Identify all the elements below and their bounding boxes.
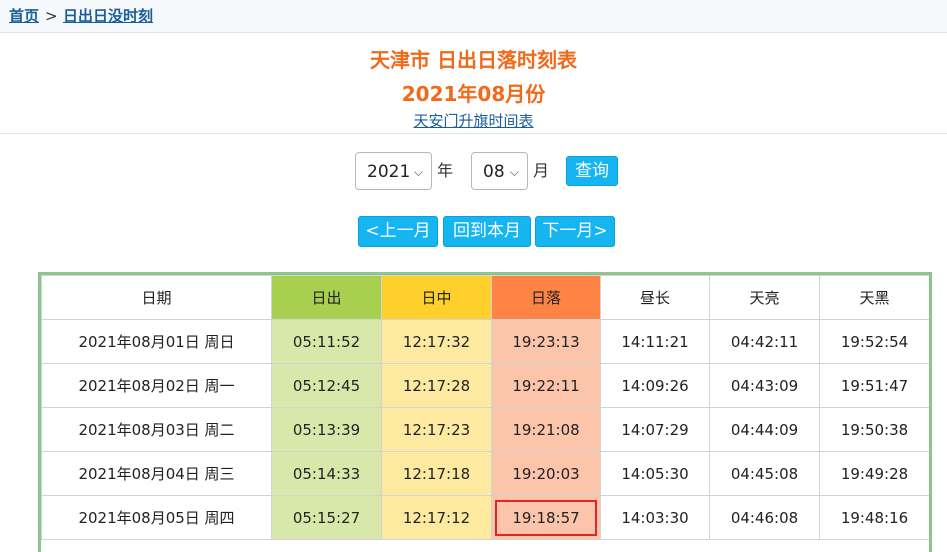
cell-sunset: 19:22:11 <box>491 363 601 408</box>
cell-sunrise: 05:11:52 <box>271 319 382 364</box>
chevron-down-icon: ⌵ <box>413 165 423 179</box>
prev-month-button[interactable]: <上一月 <box>358 216 438 247</box>
cell-dawn: 04:43:09 <box>709 363 820 408</box>
header-date: 日期 <box>41 275 272 320</box>
page-title: 天津市 日出日落时刻表 <box>370 48 577 72</box>
current-month-button[interactable]: 回到本月 <box>443 216 531 247</box>
cell-dawn: 04:44:09 <box>709 407 820 452</box>
cell-day-length: 14:05:30 <box>600 451 710 496</box>
cell-noon: 12:17:32 <box>381 319 492 364</box>
cell-noon: 12:17:12 <box>381 495 492 540</box>
sun-times-table-wrap: 日期 日出 日中 日落 昼长 天亮 天黑 2021年08月01日 周日 05:1… <box>38 272 932 552</box>
cell-dawn: 04:42:11 <box>709 319 820 364</box>
breadcrumb-home-link[interactable]: 首页 <box>9 0 39 32</box>
cell-dusk: 19:50:38 <box>819 407 929 452</box>
query-button[interactable]: 查询 <box>566 156 618 186</box>
cell-date: 2021年08月03日 周二 <box>41 407 272 452</box>
breadcrumb: 首页 > 日出日没时刻 <box>0 0 947 33</box>
header-dusk: 天黑 <box>819 275 929 320</box>
cell-sunrise: 05:13:39 <box>271 407 382 452</box>
cell-day-length: 14:03:30 <box>600 495 710 540</box>
cell-day-length: 14:11:21 <box>600 319 710 364</box>
table-header-row: 日期 日出 日中 日落 昼长 天亮 天黑 <box>41 275 929 320</box>
cell-dawn: 04:45:08 <box>709 451 820 496</box>
divider <box>0 133 947 134</box>
table-row: 2021年08月01日 周日 05:11:52 12:17:32 19:23:1… <box>41 319 929 364</box>
cell-noon: 12:17:18 <box>381 451 492 496</box>
header-noon: 日中 <box>381 275 492 320</box>
header-day-length: 昼长 <box>600 275 710 320</box>
cell-noon: 12:17:23 <box>381 407 492 452</box>
cell-day-length: 14:07:29 <box>600 407 710 452</box>
chevron-down-icon: ⌵ <box>509 165 519 179</box>
cell-sunset: 19:23:13 <box>491 319 601 364</box>
cell-dusk: 19:48:16 <box>819 495 929 540</box>
table-row: 2021年08月04日 周三 05:14:33 12:17:18 19:20:0… <box>41 451 929 496</box>
table-row: 2021年08月02日 周一 05:12:45 12:17:28 19:22:1… <box>41 363 929 408</box>
breadcrumb-current-link[interactable]: 日出日没时刻 <box>63 0 153 32</box>
cell-sunset: 19:21:08 <box>491 407 601 452</box>
cell-sunrise: 05:14:33 <box>271 451 382 496</box>
cell-date: 2021年08月02日 周一 <box>41 363 272 408</box>
header-dawn: 天亮 <box>709 275 820 320</box>
cell-noon: 12:17:28 <box>381 363 492 408</box>
header-sunrise: 日出 <box>271 275 382 320</box>
cell-date: 2021年08月04日 周三 <box>41 451 272 496</box>
cell-sunrise: 05:15:27 <box>271 495 382 540</box>
cell-date: 2021年08月05日 周四 <box>41 495 272 540</box>
flag-raising-link-wrap: 天安门升旗时间表 <box>0 110 947 131</box>
next-month-button[interactable]: 下一月> <box>535 216 615 247</box>
cell-dusk: 19:49:28 <box>819 451 929 496</box>
cell-sunrise: 05:12:45 <box>271 363 382 408</box>
page-subtitle: 2021年08月份 <box>401 82 546 106</box>
cell-dusk: 19:51:47 <box>819 363 929 408</box>
table-row: 2021年08月05日 周四 05:15:27 12:17:12 19:18:5… <box>41 495 929 540</box>
header-sunset: 日落 <box>491 275 601 320</box>
flag-raising-link[interactable]: 天安门升旗时间表 <box>413 112 533 130</box>
cell-dawn: 04:46:08 <box>709 495 820 540</box>
cell-sunset-highlighted: 19:18:57 <box>491 495 601 540</box>
year-unit-label: 年 <box>437 161 454 180</box>
breadcrumb-separator: > <box>45 7 58 25</box>
month-unit-label: 月 <box>533 161 550 180</box>
cell-day-length: 14:09:26 <box>600 363 710 408</box>
year-select-value: 2021 <box>367 162 411 182</box>
cell-date: 2021年08月01日 周日 <box>41 319 272 364</box>
highlighted-sunset-value: 19:18:57 <box>495 499 597 536</box>
cell-dusk: 19:52:54 <box>819 319 929 364</box>
month-select-value: 08 <box>483 162 505 182</box>
year-select[interactable]: 2021 ⌵ <box>355 152 432 190</box>
cell-sunset: 19:20:03 <box>491 451 601 496</box>
sun-times-table: 日期 日出 日中 日落 昼长 天亮 天黑 2021年08月01日 周日 05:1… <box>41 275 929 540</box>
table-row: 2021年08月03日 周二 05:13:39 12:17:23 19:21:0… <box>41 407 929 452</box>
month-select[interactable]: 08 ⌵ <box>471 152 528 190</box>
